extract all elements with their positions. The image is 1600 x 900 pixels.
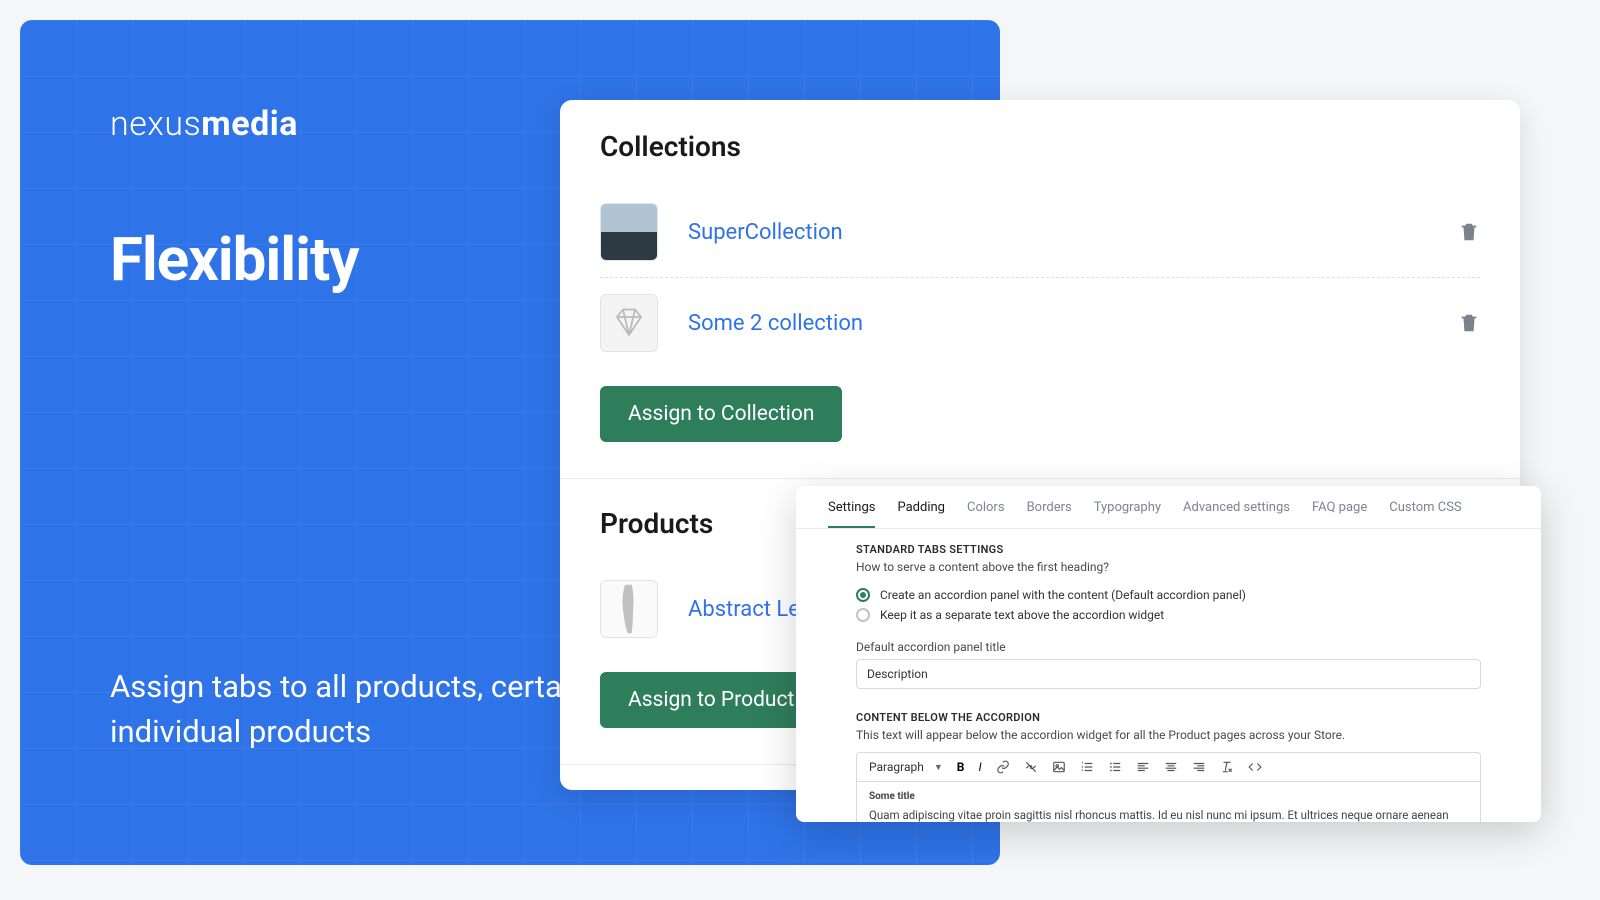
- tab-borders[interactable]: Borders: [1027, 500, 1072, 528]
- align-right-icon[interactable]: [1192, 760, 1206, 774]
- editor-heading: Some title: [869, 790, 1468, 805]
- collection-link[interactable]: SuperCollection: [688, 220, 1458, 245]
- tab-faq[interactable]: FAQ page: [1312, 500, 1367, 528]
- collection-link[interactable]: Some 2 collection: [688, 311, 1458, 336]
- brand-bold: media: [201, 104, 298, 144]
- tab-typography[interactable]: Typography: [1094, 500, 1161, 528]
- brand-light: nexus: [110, 104, 201, 144]
- collection-row: Some 2 collection: [600, 277, 1480, 368]
- image-icon[interactable]: [1052, 760, 1066, 774]
- editor-toolbar: Paragraph▼ B I: [856, 752, 1481, 781]
- panel-title-input[interactable]: [856, 659, 1481, 689]
- radio-label: Create an accordion panel with the conte…: [880, 588, 1246, 602]
- radio-option-separate[interactable]: Keep it as a separate text above the acc…: [856, 608, 1481, 622]
- radio-label: Keep it as a separate text above the acc…: [880, 608, 1164, 622]
- align-center-icon[interactable]: [1164, 760, 1178, 774]
- collections-heading: Collections: [600, 130, 1480, 163]
- standard-tabs-caption: STANDARD TABS SETTINGS: [856, 543, 1481, 556]
- list-bullet-icon[interactable]: [1108, 760, 1122, 774]
- align-left-icon[interactable]: [1136, 760, 1150, 774]
- trash-icon[interactable]: [1458, 219, 1480, 245]
- unlink-icon[interactable]: [1024, 760, 1038, 774]
- code-icon[interactable]: [1248, 760, 1262, 774]
- radio-icon: [856, 608, 870, 622]
- editor-content[interactable]: Some title Quam adipiscing vitae proin s…: [856, 781, 1481, 822]
- radio-option-accordion[interactable]: Create an accordion panel with the conte…: [856, 588, 1481, 602]
- trash-icon[interactable]: [1458, 310, 1480, 336]
- tab-colors[interactable]: Colors: [967, 500, 1005, 528]
- italic-icon[interactable]: I: [978, 760, 981, 774]
- product-thumb: [600, 580, 658, 638]
- bold-icon[interactable]: B: [957, 760, 965, 774]
- tab-custom-css[interactable]: Custom CSS: [1389, 500, 1461, 528]
- tab-advanced[interactable]: Advanced settings: [1183, 500, 1290, 528]
- radio-icon: [856, 588, 870, 602]
- section-divider: [560, 478, 1520, 479]
- editor-body: Quam adipiscing vitae proin sagittis nis…: [869, 808, 1449, 823]
- format-dropdown[interactable]: Paragraph▼: [869, 760, 943, 774]
- content-below-caption: CONTENT BELOW THE ACCORDION: [856, 711, 1481, 724]
- assign-product-button[interactable]: Assign to Product: [600, 672, 822, 728]
- assign-collection-button[interactable]: Assign to Collection: [600, 386, 842, 442]
- list-ordered-icon[interactable]: [1080, 760, 1094, 774]
- standard-tabs-help: How to serve a content above the first h…: [856, 560, 1481, 574]
- clear-format-icon[interactable]: [1220, 760, 1234, 774]
- settings-card: Settings Padding Colors Borders Typograp…: [796, 486, 1541, 822]
- settings-tabs: Settings Padding Colors Borders Typograp…: [796, 486, 1541, 529]
- tab-settings[interactable]: Settings: [828, 500, 875, 528]
- content-below-help: This text will appear below the accordio…: [856, 728, 1481, 742]
- tab-padding[interactable]: Padding: [897, 500, 945, 528]
- collection-thumb: [600, 203, 658, 261]
- settings-body: STANDARD TABS SETTINGS How to serve a co…: [796, 529, 1541, 822]
- panel-title-label: Default accordion panel title: [856, 640, 1481, 654]
- collection-row: SuperCollection: [600, 187, 1480, 277]
- link-icon[interactable]: [996, 760, 1010, 774]
- collection-thumb: [600, 294, 658, 352]
